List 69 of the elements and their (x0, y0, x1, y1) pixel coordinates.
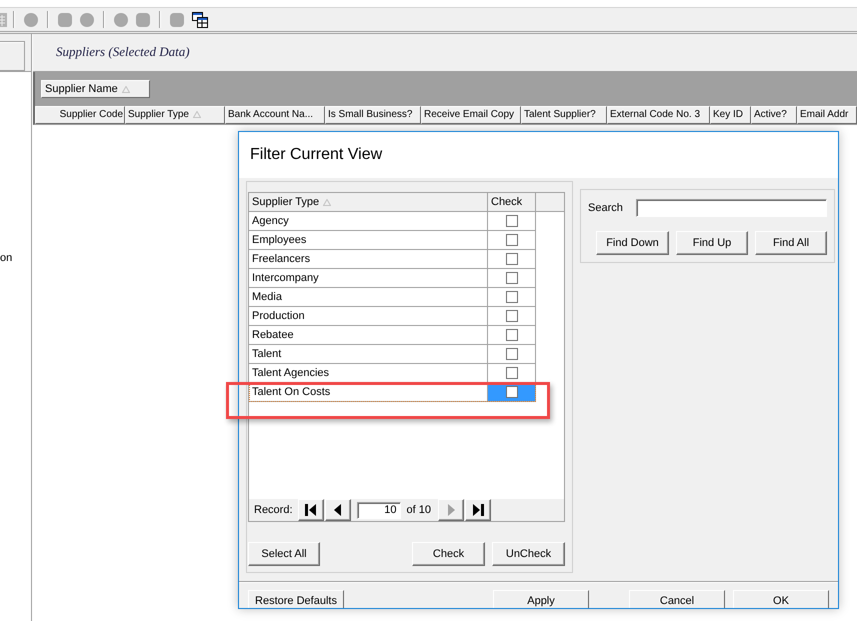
grid-row[interactable]: Talent Agencies (249, 364, 536, 383)
find-button[interactable]: Find All (755, 231, 827, 255)
find-button[interactable]: Find Down (596, 231, 669, 255)
grid-row[interactable]: Talent (249, 345, 536, 364)
checkbox[interactable] (506, 234, 518, 246)
column-header[interactable]: Bank Account Na... (225, 106, 325, 124)
grid-row[interactable]: Talent On Costs (249, 383, 536, 402)
list-action-button[interactable]: UnCheck (492, 542, 565, 566)
view-title: Suppliers (Selected Data) (56, 44, 190, 59)
record-number-field[interactable]: 10 (356, 502, 401, 518)
grid-row[interactable]: Freelancers (249, 250, 536, 269)
column-header[interactable]: Supplier Type (249, 193, 488, 211)
windows-icon[interactable] (192, 12, 208, 28)
record-total: of 10 (406, 504, 431, 516)
find-button[interactable]: Find Up (676, 231, 748, 255)
list-action-button[interactable]: Select All (248, 542, 320, 566)
first-record-button[interactable] (298, 499, 324, 521)
checkbox[interactable] (506, 310, 518, 322)
checkbox[interactable] (506, 367, 518, 379)
table-cell: Talent Agencies (249, 364, 488, 383)
checkbox[interactable] (506, 329, 518, 341)
column-header[interactable]: Supplier Type (125, 106, 225, 124)
last-record-button[interactable] (465, 499, 491, 521)
column-header[interactable]: Key ID (710, 106, 751, 124)
grid-row[interactable]: Employees (249, 231, 536, 250)
skip-start-icon (305, 504, 316, 516)
column-header[interactable]: Email Addr (797, 106, 857, 124)
column-header[interactable]: Supplier Code (35, 106, 125, 124)
table-cell: Agency (249, 212, 488, 231)
checkbox[interactable] (506, 272, 518, 284)
grid-row[interactable]: Media (249, 288, 536, 307)
table-cell: Freelancers (249, 250, 488, 269)
search-field[interactable] (636, 199, 827, 217)
table-cell: Employees (249, 231, 488, 250)
grid-row[interactable]: Intercompany (249, 269, 536, 288)
checkbox[interactable] (506, 215, 518, 227)
dialog-button[interactable]: Apply (493, 590, 589, 608)
column-header[interactable]: Receive Email Copy (421, 106, 521, 124)
checkbox[interactable] (506, 348, 518, 360)
checkbox[interactable] (506, 291, 518, 303)
column-header[interactable]: Active? (751, 106, 797, 124)
next-icon (446, 504, 456, 516)
column-header[interactable]: Is Small Business? (325, 106, 421, 124)
previous-icon (332, 504, 344, 516)
column-header[interactable]: External Code No. 3 (607, 106, 710, 124)
dialog-button[interactable]: OK (733, 590, 829, 608)
list-action-button[interactable]: Check (412, 542, 485, 566)
grid-row[interactable]: Production (249, 307, 536, 326)
skip-end-icon (472, 504, 484, 516)
dialog-button[interactable]: Cancel (629, 590, 725, 608)
table-cell: Talent (249, 345, 488, 364)
panel-button[interactable] (0, 41, 25, 71)
dialog-button[interactable]: Restore Defaults (248, 590, 344, 608)
previous-record-button[interactable] (324, 499, 351, 521)
checkbox[interactable] (506, 386, 518, 398)
grid-row[interactable]: Agency (249, 212, 536, 231)
record-label: Record: (254, 504, 293, 516)
search-label: Search (588, 202, 623, 214)
grid-row[interactable]: Rebatee (249, 326, 536, 345)
table-cell: Media (249, 288, 488, 307)
panel-label: on (0, 252, 12, 265)
table-cell: Production (249, 307, 488, 326)
column-header[interactable]: Talent Supplier? (521, 106, 607, 124)
table-cell: Rebatee (249, 326, 488, 345)
checkbox[interactable] (506, 253, 518, 265)
column-header[interactable]: Check (488, 193, 536, 211)
dialog-title: Filter Current View (250, 146, 382, 164)
group-by-header[interactable]: Supplier Name (41, 80, 150, 98)
table-cell: Intercompany (249, 269, 488, 288)
